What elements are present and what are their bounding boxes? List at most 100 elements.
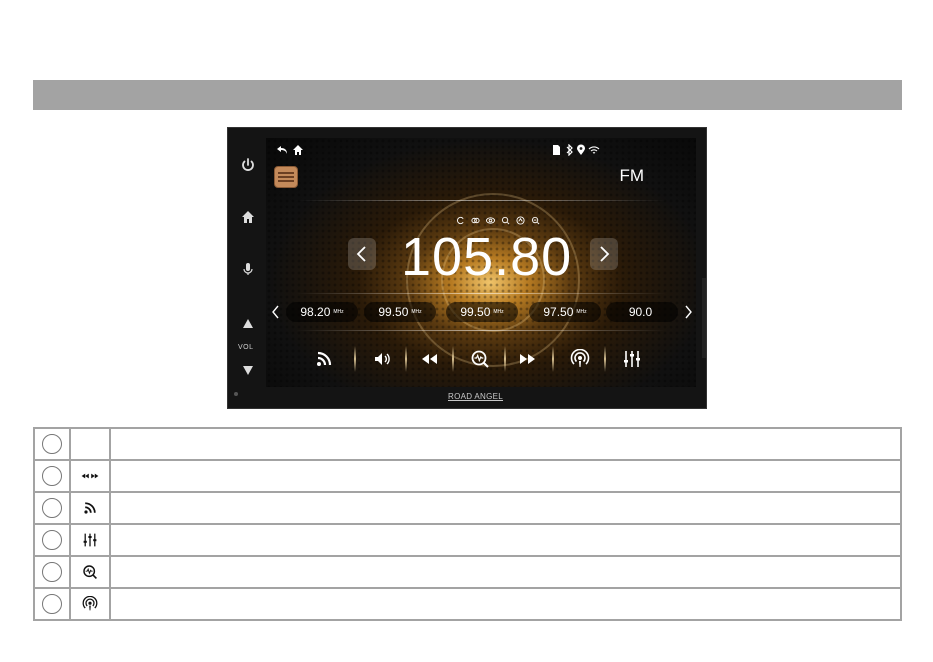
legend-row: [33, 555, 902, 589]
divider: [296, 200, 666, 201]
power-button[interactable]: [239, 156, 257, 174]
legend-icon-cell: [69, 523, 111, 557]
loop-icon[interactable]: [456, 212, 465, 225]
volume-button[interactable]: [371, 348, 393, 370]
volume-down-button[interactable]: [239, 362, 257, 380]
control-bar: [266, 344, 696, 374]
prev-next-icon: [81, 473, 99, 479]
radio-app-icon[interactable]: [274, 166, 298, 188]
legend-row: [33, 459, 902, 493]
rewind-button[interactable]: [418, 348, 440, 370]
separator: [552, 346, 554, 372]
search-icon[interactable]: [501, 212, 510, 225]
preset-unit: MHz: [493, 309, 504, 315]
triangle-up-icon: [243, 319, 253, 328]
scan-button[interactable]: [469, 348, 491, 370]
legend-icon-cell: [69, 459, 111, 493]
preset-button[interactable]: 90.0: [606, 302, 678, 322]
device-side-panel: VOL: [228, 128, 266, 408]
legend-icon-cell: [69, 491, 111, 525]
tune-down-button[interactable]: [348, 238, 376, 270]
legend-number-cell: [33, 427, 71, 461]
vol-label: VOL: [238, 344, 254, 351]
preset-unit: MHz: [576, 309, 587, 315]
indicator-led: [234, 392, 238, 396]
legend-number-cell: [33, 523, 71, 557]
preset-freq: 99.50: [460, 305, 491, 319]
preset-next-button[interactable]: [684, 305, 692, 319]
legend-icon-cell: [69, 427, 111, 461]
preset-freq: 98.20: [300, 305, 331, 319]
separator: [504, 346, 506, 372]
ta-icon[interactable]: [531, 212, 540, 225]
section-header-bar: [33, 80, 902, 110]
legend-number-cell: [33, 459, 71, 493]
divider: [296, 293, 666, 294]
head-unit-screen: FM 105.80 98.20 MHz 99.50 MHz 99.50 MHz 97.…: [266, 138, 696, 387]
home-icon: [293, 145, 303, 155]
chevron-right-icon: [685, 305, 692, 319]
legend-number-cell: [33, 491, 71, 525]
band-label[interactable]: FM: [619, 166, 644, 186]
rewind-icon: [422, 354, 437, 364]
preset-button[interactable]: 99.50 MHz: [364, 302, 436, 322]
number-circle: [42, 434, 62, 454]
tune-up-button[interactable]: [590, 238, 618, 270]
legend-row: [33, 427, 902, 461]
number-circle: [42, 594, 62, 614]
local-icon[interactable]: [486, 212, 495, 224]
brand-logo: ROAD ANGEL: [448, 392, 504, 401]
home-icon: [242, 211, 254, 223]
stereo-icon[interactable]: [471, 212, 480, 224]
rds-button[interactable]: [313, 348, 335, 370]
scan-icon: [83, 565, 97, 579]
triangle-down-icon: [243, 366, 253, 375]
number-circle: [42, 466, 62, 486]
back-arrow-icon: [277, 146, 287, 154]
chevron-right-icon: [600, 246, 610, 262]
mic-button[interactable]: [239, 260, 257, 278]
power-icon: [242, 158, 254, 171]
rds-icon: [84, 502, 96, 514]
preset-button[interactable]: 98.20 MHz: [286, 302, 358, 322]
divider: [296, 330, 666, 331]
legend-description-cell: [109, 555, 902, 589]
podcast-icon: [82, 595, 98, 611]
separator: [405, 346, 407, 372]
preset-prev-button[interactable]: [272, 305, 280, 319]
broadcast-button[interactable]: [569, 348, 591, 370]
scan-icon: [471, 350, 489, 368]
preset-freq: 99.50: [378, 305, 409, 319]
legend-icon-cell: [69, 587, 111, 621]
separator: [354, 346, 356, 372]
preset-freq: 97.50: [543, 305, 574, 319]
equalizer-button[interactable]: [621, 348, 643, 370]
volume-up-button[interactable]: [239, 314, 257, 332]
legend-row: [33, 587, 902, 621]
radio-device: VOL FM 105.80 98.20 MHz 99.50 MHz 99.50 …: [227, 127, 707, 409]
fast-forward-icon: [520, 354, 535, 364]
mode-icons-row: [456, 212, 540, 225]
af-icon[interactable]: [516, 212, 525, 225]
location-icon: [575, 143, 587, 155]
home-shortcut[interactable]: [292, 143, 304, 155]
separator: [452, 346, 454, 372]
back-button[interactable]: [276, 143, 288, 155]
preset-button[interactable]: 97.50 MHz: [529, 302, 601, 322]
device-edge: [702, 278, 706, 358]
equalizer-icon: [83, 533, 97, 547]
number-circle: [42, 530, 62, 550]
sd-card-icon: [550, 143, 562, 155]
legend-number-cell: [33, 587, 71, 621]
legend-description-cell: [109, 427, 902, 461]
legend-icon-cell: [69, 555, 111, 589]
number-circle: [42, 498, 62, 518]
home-button[interactable]: [239, 208, 257, 226]
equalizer-icon: [624, 351, 640, 367]
chevron-left-icon: [272, 305, 279, 319]
frequency-display: 105.80: [401, 227, 573, 287]
legend-row: [33, 491, 902, 525]
forward-button[interactable]: [517, 348, 539, 370]
preset-button[interactable]: 99.50 MHz: [446, 302, 518, 322]
preset-row: 98.20 MHz 99.50 MHz 99.50 MHz 97.50 MHz 90.0: [266, 302, 696, 324]
